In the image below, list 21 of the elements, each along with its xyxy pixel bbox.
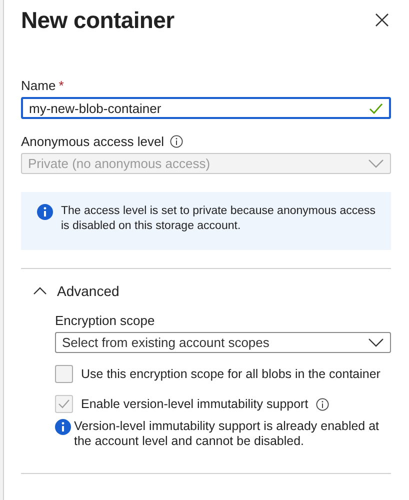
panel-title: New container: [21, 6, 174, 34]
checkbox[interactable]: [55, 365, 73, 383]
field-label: Encryption scope: [55, 313, 156, 328]
info-message: The access level is set to private because anonymous access is disabled on this storage account.: [61, 204, 376, 234]
info-note: Version-level immutability support is already enabled at the account level and cannot be disabled.: [74, 419, 380, 449]
advanced-section-toggle[interactable]: Advanced: [21, 279, 391, 303]
field-label: Name: [21, 78, 56, 93]
field-label: Anonymous access level: [21, 134, 164, 149]
close-icon[interactable]: [373, 11, 391, 29]
checkmark-icon: [58, 399, 70, 409]
checkbox-label: Use this encryption scope for all blobs in the container: [81, 367, 380, 381]
name-input[interactable]: my-new-blob-container: [21, 97, 391, 119]
info-icon: [37, 204, 53, 220]
info-icon: [55, 419, 71, 435]
info-icon: [170, 135, 184, 148]
required-mark: *: [58, 78, 64, 93]
checkbox-label: Enable version-level immutability support: [81, 397, 308, 411]
chevron-icon: [33, 287, 47, 295]
encryption-scope-dropdown[interactable]: Select from existing account scopes: [55, 332, 391, 353]
chevron-down-icon: [368, 338, 384, 347]
chevron-down-icon: [368, 159, 384, 168]
